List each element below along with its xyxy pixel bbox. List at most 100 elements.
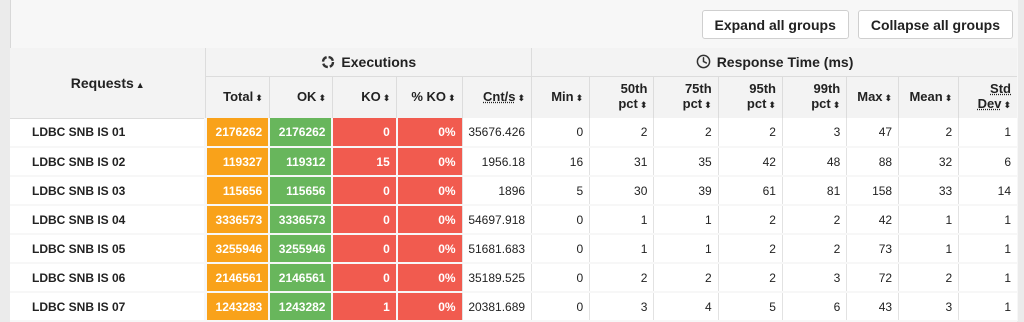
- response-time-label: Response Time (ms): [716, 53, 854, 70]
- request-name[interactable]: LDBC SNB IS 06: [10, 263, 206, 293]
- cnt-per-sec: 51681.683: [461, 234, 532, 264]
- std-dev-value: 1: [958, 234, 1017, 264]
- col-min[interactable]: Min ⬍: [531, 76, 590, 118]
- col-cnt-per-sec[interactable]: Cnt/s ⬍: [461, 76, 532, 118]
- p95-value: 61: [717, 176, 783, 206]
- p75-value: 1: [653, 205, 719, 235]
- ko-count: 0: [331, 263, 397, 293]
- table-row: LDBC SNB IS 04 3336573 3336573 0 0% 54697.918…: [10, 205, 1017, 235]
- total-count: 3255946: [204, 234, 270, 264]
- collapse-all-groups-button[interactable]: Collapse all groups: [857, 10, 1013, 39]
- std-dev-value: 1: [958, 292, 1017, 322]
- sort-arrows-icon: ⬍: [517, 92, 526, 103]
- p99-value: 81: [781, 176, 847, 206]
- p99-value: 2: [781, 205, 847, 235]
- sort-arrows-icon: ⬍: [944, 92, 953, 103]
- max-value: 42: [846, 205, 899, 235]
- cnt-per-sec: 1896: [461, 176, 532, 206]
- p75-value: 2: [653, 118, 719, 148]
- p50-value: 2: [589, 118, 654, 148]
- sort-arrows-icon: ⬍: [832, 100, 841, 111]
- mean-value: 32: [898, 147, 959, 177]
- mean-value: 2: [898, 118, 959, 148]
- ko-count: 15: [331, 147, 397, 177]
- max-value: 88: [846, 147, 899, 177]
- requests-header[interactable]: Requests ▲: [10, 48, 206, 119]
- col-p99[interactable]: 99th pct ⬍: [781, 76, 847, 118]
- min-value: 0: [531, 263, 590, 293]
- total-count: 119327: [204, 147, 270, 177]
- request-name[interactable]: LDBC SNB IS 05: [10, 234, 206, 264]
- std-dev-value: 1: [958, 118, 1017, 148]
- p99-value: 3: [781, 118, 847, 148]
- ko-count: 0: [331, 234, 397, 264]
- expand-all-groups-button[interactable]: Expand all groups: [701, 10, 849, 39]
- requests-header-label: Requests: [70, 74, 134, 91]
- min-value: 0: [531, 292, 590, 322]
- sort-arrows-icon: ⬍: [318, 92, 326, 103]
- total-count: 1243283: [204, 292, 270, 322]
- p99-value: 6: [781, 292, 847, 322]
- col-total[interactable]: Total ⬍: [205, 76, 270, 118]
- response-time-group-header: Response Time (ms): [531, 48, 1017, 77]
- col-std-dev[interactable]: Std Dev ⬍: [958, 76, 1017, 118]
- p95-value: 5: [717, 292, 783, 322]
- request-name[interactable]: LDBC SNB IS 04: [10, 205, 206, 235]
- col-ok[interactable]: OK ⬍: [268, 76, 333, 118]
- request-name[interactable]: LDBC SNB IS 01: [10, 118, 206, 148]
- request-name[interactable]: LDBC SNB IS 02: [10, 147, 206, 177]
- p75-value: 35: [653, 147, 719, 177]
- mean-value: 1: [898, 205, 959, 235]
- p50-value: 1: [589, 205, 654, 235]
- total-count: 115656: [204, 176, 270, 206]
- std-dev-value: 1: [958, 205, 1017, 235]
- p95-value: 2: [717, 263, 783, 293]
- total-count: 2176262: [204, 118, 270, 148]
- statistics-table: Requests▲ Executions Response Time (ms): [10, 48, 1017, 322]
- executions-group-header: Executions: [205, 48, 532, 77]
- request-name[interactable]: LDBC SNB IS 07: [10, 292, 206, 322]
- col-percent-ko[interactable]: % KO ⬍: [396, 76, 463, 118]
- col-p50[interactable]: 50th pct ⬍: [589, 76, 654, 118]
- sort-arrows-icon: ⬍: [382, 92, 391, 103]
- p99-value: 2: [781, 234, 847, 264]
- total-count: 2146561: [204, 263, 270, 293]
- percent-ko: 0%: [395, 205, 463, 235]
- sort-arrows-icon: ⬍: [575, 92, 584, 103]
- max-value: 72: [846, 263, 899, 293]
- ko-count: 1: [331, 292, 397, 322]
- sort-arrows-icon: ⬍: [639, 100, 648, 111]
- p99-value: 3: [781, 263, 847, 293]
- sort-up-icon: ▲: [135, 79, 145, 90]
- ok-count: 2176262: [268, 118, 333, 148]
- max-value: 47: [846, 118, 899, 148]
- ok-count: 3336573: [268, 205, 333, 235]
- min-value: 0: [531, 234, 590, 264]
- p50-value: 31: [589, 147, 654, 177]
- request-name[interactable]: LDBC SNB IS 03: [10, 176, 206, 206]
- col-p95[interactable]: 95th pct ⬍: [717, 76, 783, 118]
- max-value: 43: [846, 292, 899, 322]
- sort-arrows-icon: ⬍: [768, 100, 776, 111]
- ko-count: 0: [331, 118, 397, 148]
- min-value: 16: [531, 147, 590, 177]
- executions-label: Executions: [341, 53, 417, 70]
- p75-value: 39: [653, 176, 719, 206]
- percent-ko: 0%: [395, 263, 463, 293]
- p50-value: 2: [589, 263, 654, 293]
- col-max[interactable]: Max ⬍: [846, 76, 899, 118]
- col-mean[interactable]: Mean ⬍: [898, 76, 959, 118]
- std-dev-value: 1: [958, 263, 1017, 293]
- col-ko[interactable]: KO ⬍: [331, 76, 397, 118]
- table-row: LDBC SNB IS 03 115656 115656 0 0% 1896 5 30 39 61…: [10, 176, 1017, 206]
- ok-count: 1243282: [268, 292, 333, 322]
- p75-value: 2: [653, 263, 719, 293]
- min-value: 0: [531, 118, 590, 148]
- total-count: 3336573: [204, 205, 270, 235]
- mean-value: 2: [898, 263, 959, 293]
- executions-ring-icon: [322, 55, 335, 68]
- cnt-per-sec: 54697.918: [461, 205, 532, 235]
- sort-arrows-icon: ⬍: [448, 92, 456, 103]
- col-p75[interactable]: 75th pct ⬍: [653, 76, 719, 118]
- ok-count: 115656: [268, 176, 333, 206]
